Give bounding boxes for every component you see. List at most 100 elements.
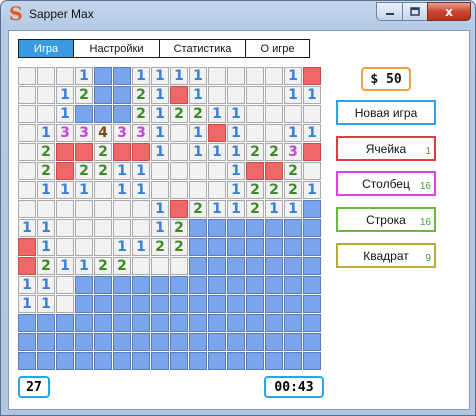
number-cell[interactable]: 2 [246,200,264,218]
closed-cell[interactable] [303,314,321,332]
closed-cell[interactable] [227,276,245,294]
closed-cell[interactable] [94,333,112,351]
number-cell[interactable]: 2 [151,238,169,256]
number-cell[interactable]: 2 [94,257,112,275]
empty-cell[interactable] [246,86,264,104]
number-cell[interactable]: 2 [113,257,131,275]
closed-cell[interactable] [284,352,302,370]
number-cell[interactable]: 1 [284,86,302,104]
closed-cell[interactable] [189,219,207,237]
number-cell[interactable]: 1 [75,181,93,199]
tab-game[interactable]: Игра [19,40,74,57]
number-cell[interactable]: 1 [75,257,93,275]
number-cell[interactable]: 1 [284,200,302,218]
empty-cell[interactable] [132,219,150,237]
empty-cell[interactable] [227,86,245,104]
empty-cell[interactable] [75,219,93,237]
tab-settings[interactable]: Настройки [74,40,160,57]
closed-cell[interactable] [113,295,131,313]
closed-cell[interactable] [227,333,245,351]
number-cell[interactable]: 1 [151,143,169,161]
empty-cell[interactable] [37,105,55,123]
closed-cell[interactable] [75,295,93,313]
number-cell[interactable]: 2 [75,86,93,104]
closed-cell[interactable] [265,257,283,275]
closed-cell[interactable] [113,67,131,85]
marked-mine-cell[interactable] [303,143,321,161]
closed-cell[interactable] [94,352,112,370]
closed-cell[interactable] [151,352,169,370]
number-cell[interactable]: 1 [56,181,74,199]
number-cell[interactable]: 1 [151,200,169,218]
closed-cell[interactable] [94,67,112,85]
empty-cell[interactable] [132,200,150,218]
closed-cell[interactable] [303,219,321,237]
closed-cell[interactable] [56,352,74,370]
number-cell[interactable]: 1 [303,124,321,142]
marked-mine-cell[interactable] [56,143,74,161]
empty-cell[interactable] [246,67,264,85]
closed-cell[interactable] [56,333,74,351]
closed-cell[interactable] [113,352,131,370]
closed-cell[interactable] [113,314,131,332]
number-cell[interactable]: 1 [189,143,207,161]
empty-cell[interactable] [208,67,226,85]
number-cell[interactable]: 2 [94,162,112,180]
empty-cell[interactable] [151,162,169,180]
number-cell[interactable]: 2 [132,105,150,123]
closed-cell[interactable] [94,86,112,104]
closed-cell[interactable] [37,352,55,370]
empty-cell[interactable] [170,162,188,180]
marked-mine-cell[interactable] [170,86,188,104]
empty-cell[interactable] [246,105,264,123]
number-cell[interactable]: 1 [227,124,245,142]
closed-cell[interactable] [265,333,283,351]
number-cell[interactable]: 3 [56,124,74,142]
number-cell[interactable]: 1 [18,219,36,237]
number-cell[interactable]: 2 [132,86,150,104]
empty-cell[interactable] [18,105,36,123]
empty-cell[interactable] [265,105,283,123]
closed-cell[interactable] [208,333,226,351]
closed-cell[interactable] [94,295,112,313]
closed-cell[interactable] [246,333,264,351]
empty-cell[interactable] [227,67,245,85]
closed-cell[interactable] [189,238,207,256]
number-cell[interactable]: 2 [37,257,55,275]
close-button[interactable]: x [427,2,471,21]
number-cell[interactable]: 1 [208,105,226,123]
closed-cell[interactable] [170,352,188,370]
number-cell[interactable]: 1 [56,257,74,275]
number-cell[interactable]: 1 [37,295,55,313]
number-cell[interactable]: 1 [265,200,283,218]
closed-cell[interactable] [208,219,226,237]
number-cell[interactable]: 1 [189,86,207,104]
closed-cell[interactable] [303,295,321,313]
closed-cell[interactable] [132,276,150,294]
closed-cell[interactable] [303,333,321,351]
empty-cell[interactable] [208,86,226,104]
empty-cell[interactable] [151,257,169,275]
maximize-button[interactable] [402,2,427,21]
number-cell[interactable]: 2 [189,105,207,123]
closed-cell[interactable] [18,333,36,351]
empty-cell[interactable] [37,86,55,104]
closed-cell[interactable] [132,333,150,351]
closed-cell[interactable] [113,86,131,104]
closed-cell[interactable] [265,238,283,256]
closed-cell[interactable] [151,333,169,351]
number-cell[interactable]: 2 [94,143,112,161]
empty-cell[interactable] [170,124,188,142]
number-cell[interactable]: 1 [56,86,74,104]
number-cell[interactable]: 1 [37,276,55,294]
empty-cell[interactable] [94,219,112,237]
empty-cell[interactable] [170,181,188,199]
number-cell[interactable]: 1 [75,67,93,85]
closed-cell[interactable] [227,314,245,332]
closed-cell[interactable] [94,276,112,294]
number-cell[interactable]: 2 [284,181,302,199]
empty-cell[interactable] [75,238,93,256]
empty-cell[interactable] [265,124,283,142]
number-cell[interactable]: 2 [170,238,188,256]
closed-cell[interactable] [227,257,245,275]
